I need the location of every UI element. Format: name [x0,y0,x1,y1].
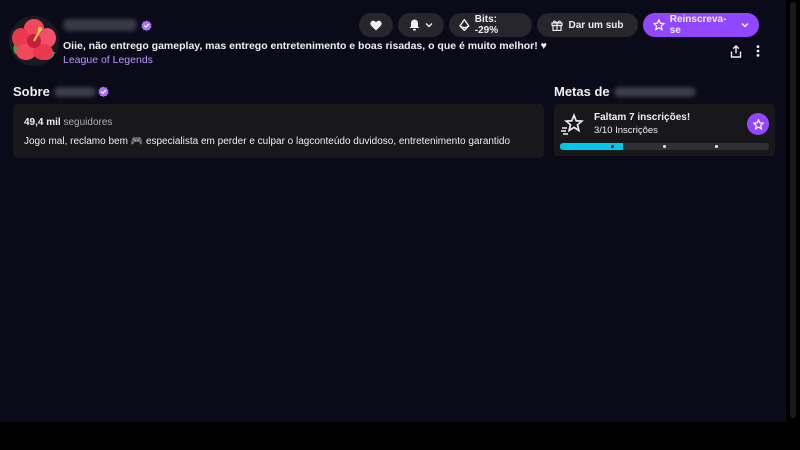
channel-bio: Jogo mal, reclamo bem 🎮 especialista em … [24,136,511,147]
obscured-channel-name [613,86,696,97]
about-heading: Sobre [13,84,109,99]
goal-progress-text: 3/10 Inscrições [594,125,658,136]
share-button[interactable] [727,42,745,60]
sub-goal-card[interactable]: Faltam 7 inscrições! 3/10 Inscrições [554,104,775,156]
scrollbar-thumb[interactable] [790,2,796,418]
channel-about-page: Oiie, não entrego gameplay, mas entrego … [0,0,786,422]
follower-count-value: 49,4 mil [24,117,61,128]
star-icon [653,19,665,31]
chevron-down-icon [425,23,433,28]
bits-label: Bits: -29% [474,14,499,36]
star-icon [752,118,764,130]
hibiscus-flower-icon [9,16,59,66]
goals-heading-prefix: Metas de [554,84,610,99]
channel-avatar[interactable] [9,16,59,66]
bell-icon [409,19,420,31]
progress-milestone-dot [715,145,719,148]
goal-subscribe-button[interactable] [747,113,769,135]
bits-button[interactable]: Bits: -29% [449,13,532,37]
obscured-channel-name [53,86,96,97]
follower-count-label: seguidores [63,117,113,128]
kebab-icon [756,45,760,57]
stream-title: Oiie, não entrego gameplay, mas entrego … [63,40,547,52]
notifications-button[interactable] [398,13,444,37]
resubscribe-label: Reinscreva-se [669,14,727,36]
scrollbar[interactable] [786,0,800,450]
progress-milestone-dot [663,145,666,148]
bits-gem-icon [459,19,470,31]
bottom-bar [0,422,800,450]
heart-icon [370,20,382,30]
gift-sub-button[interactable]: Dar um sub [537,13,638,37]
goal-progress-bar [560,143,769,150]
follow-button[interactable] [359,13,393,37]
channel-name[interactable] [63,16,152,34]
category-link[interactable]: League of Legends [63,54,153,66]
chevron-down-icon [741,23,749,28]
progress-milestone-dot [610,145,614,148]
goals-heading: Metas de [554,84,696,99]
obscured-channel-name [63,19,137,31]
about-heading-prefix: Sobre [13,84,50,99]
share-icon [730,44,742,58]
about-panel: 49,4 mil seguidores Jogo mal, reclamo be… [13,104,544,158]
channel-actions: Bits: -29% Dar um sub Reinscreva-se [359,13,759,37]
gift-icon [551,20,564,31]
verified-badge-icon [98,86,109,97]
goal-title: Faltam 7 inscrições! [594,112,691,123]
verified-badge-icon [141,19,152,31]
resubscribe-button[interactable]: Reinscreva-se [643,13,759,37]
more-options-button[interactable] [749,42,767,60]
follower-count: 49,4 mil seguidores [24,117,112,128]
goal-star-icon [561,113,584,135]
gift-sub-label: Dar um sub [568,19,624,31]
